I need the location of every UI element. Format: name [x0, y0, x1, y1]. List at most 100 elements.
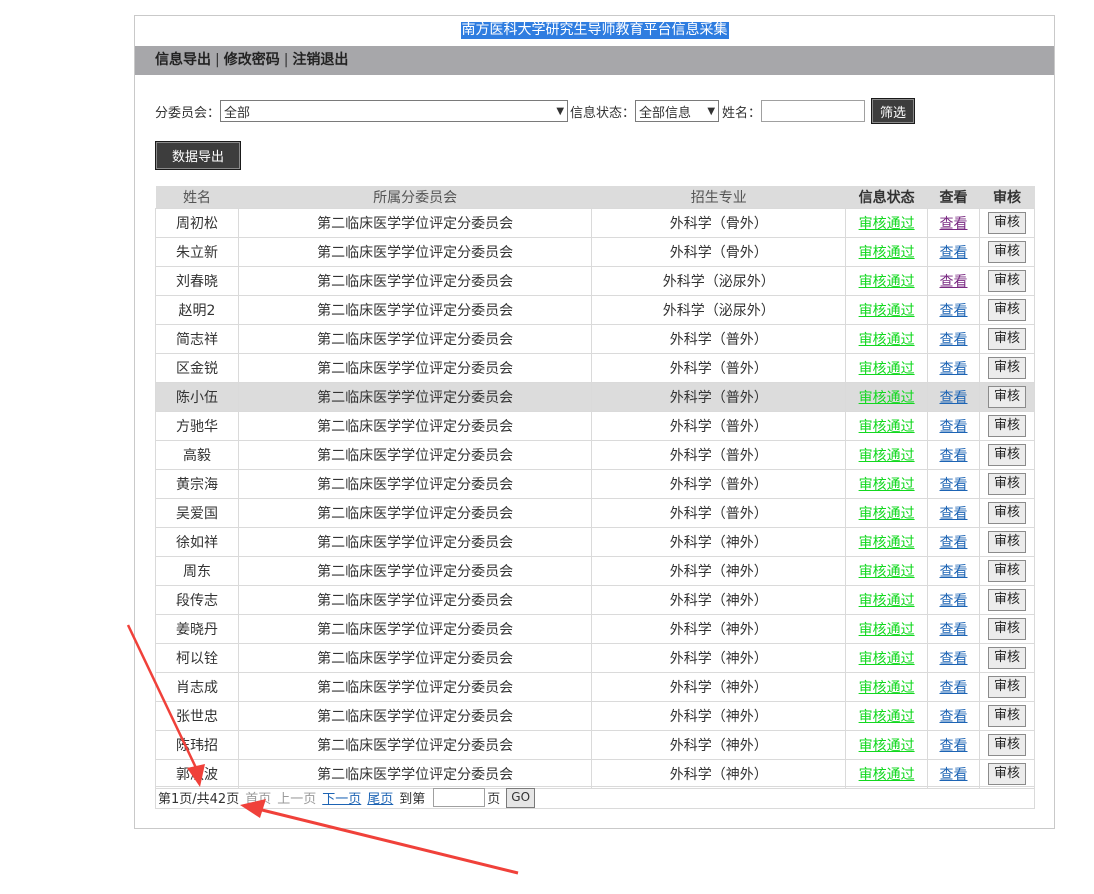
last-page-link[interactable]: 尾页 [367, 788, 393, 807]
audit-button[interactable]: 审核 [987, 560, 1026, 582]
cell-committee: 第二临床医学学位评定分委员会 [237, 382, 593, 412]
pagination: 第1页/共42页 首页 上一页 下一页 尾页 到第 页 GO [155, 786, 1035, 809]
cell-name: 刘春晓 [155, 266, 239, 296]
cell-view: 查看 [927, 585, 980, 615]
status-select[interactable]: 全部信息 ▼ [635, 100, 720, 122]
cell-audit: 审核 [978, 353, 1036, 383]
page-title: 南方医科大学研究生导师教育平台信息采集 [460, 22, 729, 39]
status-link[interactable]: 审核通过 [859, 216, 915, 232]
view-link[interactable]: 查看 [940, 593, 968, 609]
audit-button[interactable]: 审核 [987, 734, 1026, 756]
col-header-view: 查看 [927, 186, 980, 209]
next-page-link[interactable]: 下一页 [322, 788, 361, 807]
status-link[interactable]: 审核通过 [859, 390, 915, 406]
status-link[interactable]: 审核通过 [859, 477, 915, 493]
cell-audit: 审核 [978, 759, 1036, 789]
view-link[interactable]: 查看 [940, 274, 968, 290]
cell-committee: 第二临床医学学位评定分委员会 [237, 672, 593, 702]
view-link[interactable]: 查看 [940, 477, 968, 493]
status-link[interactable]: 审核通过 [859, 738, 915, 754]
table-row: 区金锐 第二临床医学学位评定分委员会 外科学（普外） 审核通过 查看 审核 [155, 353, 1036, 383]
audit-button[interactable]: 审核 [987, 502, 1026, 524]
nav-logout[interactable]: 注销退出 [292, 52, 348, 68]
audit-button[interactable]: 审核 [987, 270, 1026, 292]
status-link[interactable]: 审核通过 [859, 709, 915, 725]
filter-button[interactable]: 筛选 [871, 98, 916, 124]
table-body: 周初松 第二临床医学学位评定分委员会 外科学（骨外） 审核通过 查看 审核 朱立新 第二临床医… [155, 208, 1036, 789]
status-link[interactable]: 审核通过 [859, 332, 915, 348]
view-link[interactable]: 查看 [940, 448, 968, 464]
export-data-button[interactable]: 数据导出 [155, 141, 241, 170]
status-link[interactable]: 审核通过 [859, 303, 915, 319]
status-link[interactable]: 审核通过 [859, 245, 915, 261]
audit-button[interactable]: 审核 [987, 705, 1026, 727]
view-link[interactable]: 查看 [940, 303, 968, 319]
status-link[interactable]: 审核通过 [859, 564, 915, 580]
view-link[interactable]: 查看 [940, 390, 968, 406]
table-row: 郭淑波 第二临床医学学位评定分委员会 外科学（神外） 审核通过 查看 审核 [155, 759, 1036, 789]
status-link[interactable]: 审核通过 [859, 622, 915, 638]
nav-separator: | [215, 52, 220, 68]
audit-button[interactable]: 审核 [987, 618, 1026, 640]
cell-major: 外科学（神外） [591, 556, 847, 586]
name-input[interactable] [761, 100, 866, 122]
view-link[interactable]: 查看 [940, 564, 968, 580]
view-link[interactable]: 查看 [940, 361, 968, 377]
go-button[interactable]: GO [506, 787, 536, 808]
view-link[interactable]: 查看 [940, 332, 968, 348]
audit-button[interactable]: 审核 [987, 444, 1026, 466]
audit-button[interactable]: 审核 [987, 473, 1026, 495]
committee-select[interactable]: 全部 ▼ [220, 100, 569, 122]
audit-button[interactable]: 审核 [987, 299, 1026, 321]
audit-button[interactable]: 审核 [987, 531, 1026, 553]
view-link[interactable]: 查看 [940, 709, 968, 725]
cell-status: 审核通过 [845, 672, 929, 702]
cell-status: 审核通过 [845, 527, 929, 557]
view-link[interactable]: 查看 [940, 738, 968, 754]
audit-button[interactable]: 审核 [987, 241, 1026, 263]
view-link[interactable]: 查看 [940, 216, 968, 232]
cell-view: 查看 [927, 643, 980, 673]
cell-name: 高毅 [155, 440, 239, 470]
status-link[interactable]: 审核通过 [859, 419, 915, 435]
status-link[interactable]: 审核通过 [859, 767, 915, 783]
status-link[interactable]: 审核通过 [859, 361, 915, 377]
audit-button[interactable]: 审核 [987, 357, 1026, 379]
nav-export-info[interactable]: 信息导出 [155, 52, 211, 68]
goto-suffix: 页 [487, 792, 501, 807]
audit-button[interactable]: 审核 [987, 676, 1026, 698]
cell-audit: 审核 [978, 614, 1036, 644]
status-link[interactable]: 审核通过 [859, 448, 915, 464]
status-link[interactable]: 审核通过 [859, 680, 915, 696]
cell-major: 外科学（神外） [591, 527, 847, 557]
view-link[interactable]: 查看 [940, 767, 968, 783]
audit-button[interactable]: 审核 [987, 212, 1026, 234]
view-link[interactable]: 查看 [940, 680, 968, 696]
view-link[interactable]: 查看 [940, 506, 968, 522]
first-page-link: 首页 [245, 792, 272, 807]
nav-change-password[interactable]: 修改密码 [224, 52, 280, 68]
view-link[interactable]: 查看 [940, 535, 968, 551]
audit-button[interactable]: 审核 [987, 386, 1026, 408]
cell-major: 外科学（普外） [591, 469, 847, 499]
status-link[interactable]: 审核通过 [859, 593, 915, 609]
view-link[interactable]: 查看 [940, 651, 968, 667]
cell-view: 查看 [927, 556, 980, 586]
view-link[interactable]: 查看 [940, 419, 968, 435]
audit-button[interactable]: 审核 [987, 589, 1026, 611]
cell-audit: 审核 [978, 237, 1036, 267]
col-header-major: 招生专业 [591, 186, 846, 209]
cell-major: 外科学（神外） [591, 701, 847, 731]
cell-name: 朱立新 [155, 237, 239, 267]
status-link[interactable]: 审核通过 [859, 274, 915, 290]
status-link[interactable]: 审核通过 [859, 535, 915, 551]
audit-button[interactable]: 审核 [987, 647, 1026, 669]
audit-button[interactable]: 审核 [987, 415, 1026, 437]
view-link[interactable]: 查看 [940, 245, 968, 261]
audit-button[interactable]: 审核 [987, 328, 1026, 350]
status-link[interactable]: 审核通过 [859, 651, 915, 667]
audit-button[interactable]: 审核 [987, 763, 1026, 785]
view-link[interactable]: 查看 [940, 622, 968, 638]
status-link[interactable]: 审核通过 [859, 506, 915, 522]
page-number-input[interactable] [433, 788, 486, 807]
